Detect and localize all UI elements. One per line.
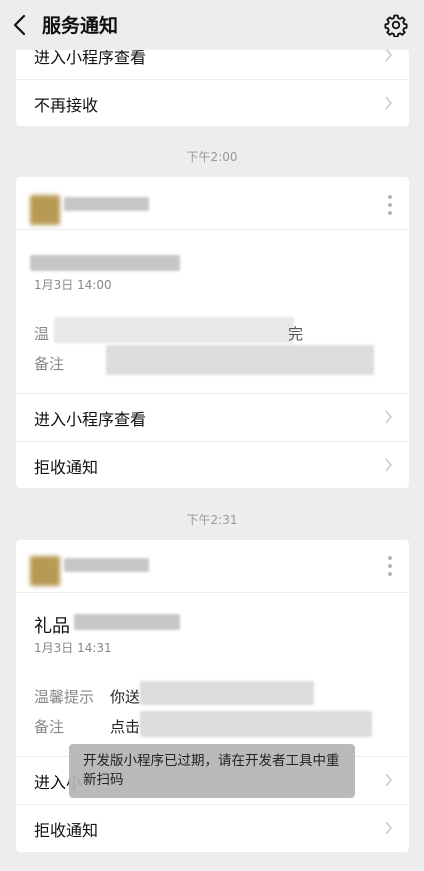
chevron-right-icon [385,410,392,424]
blurred-title [74,614,180,630]
enter-miniprogram-label: 进入小程序查看 [34,410,147,429]
field-value-1: 你送 [110,688,141,706]
blurred-avatar [30,195,60,225]
field-label-2: 备注 [34,355,65,373]
blurred-avatar [30,556,60,586]
blurred-field-value-1 [54,317,294,343]
blurred-field-value-1 [140,681,314,705]
stop-receiving-row[interactable]: 不再接收 [16,79,409,126]
stop-receiving-label: 不再接收 [34,96,99,115]
message-title-prefix: 礼品 [34,616,70,637]
more-options-icon[interactable] [387,556,393,576]
field-label-2: 备注 [34,718,65,736]
message-date: 1月3日 14:31 [34,641,112,655]
page-title: 服务通知 [42,15,119,37]
toast-message: 开发版小程序已过期，请在开发者工具中重新扫码 [69,744,355,798]
notification-card-1: 1月3日 14:00 温 完 备注 进入小程序查看 拒收通知 [16,177,409,488]
notification-card-2: 礼品 1月3日 14:31 温馨提示 你送 备注 点击查 进入小 拒收通知 [16,540,409,852]
chevron-right-icon [385,48,392,62]
field-value-1-tail: 完 [288,325,304,343]
blurred-title [30,255,180,271]
message-timestamp: 下午2:31 [186,513,238,527]
message-timestamp: 下午2:00 [186,150,238,164]
blurred-field-value-2 [106,345,374,375]
reject-notification-row[interactable]: 拒收通知 [16,441,409,488]
nav-bar: 服务通知 [0,0,424,50]
reject-notification-label: 拒收通知 [34,821,99,840]
chevron-right-icon [385,773,392,787]
enter-miniprogram-row[interactable]: 进入小程序查看 [16,393,409,440]
blurred-app-name [64,197,149,211]
settings-gear-icon[interactable] [384,13,408,37]
chevron-right-icon [385,96,392,110]
chevron-right-icon [385,458,392,472]
divider [16,592,409,593]
field-label-1: 温馨提示 [34,688,95,706]
divider [16,229,409,230]
message-date: 1月3日 14:00 [34,278,112,292]
blurred-field-value-2 [140,711,372,737]
reject-notification-row[interactable]: 拒收通知 [16,804,409,851]
field-label-1: 温 [34,325,50,343]
reject-notification-label: 拒收通知 [34,458,99,477]
blurred-app-name [64,558,149,572]
more-options-icon[interactable] [387,195,393,215]
chevron-right-icon [385,821,392,835]
back-arrow-icon[interactable] [10,13,32,37]
